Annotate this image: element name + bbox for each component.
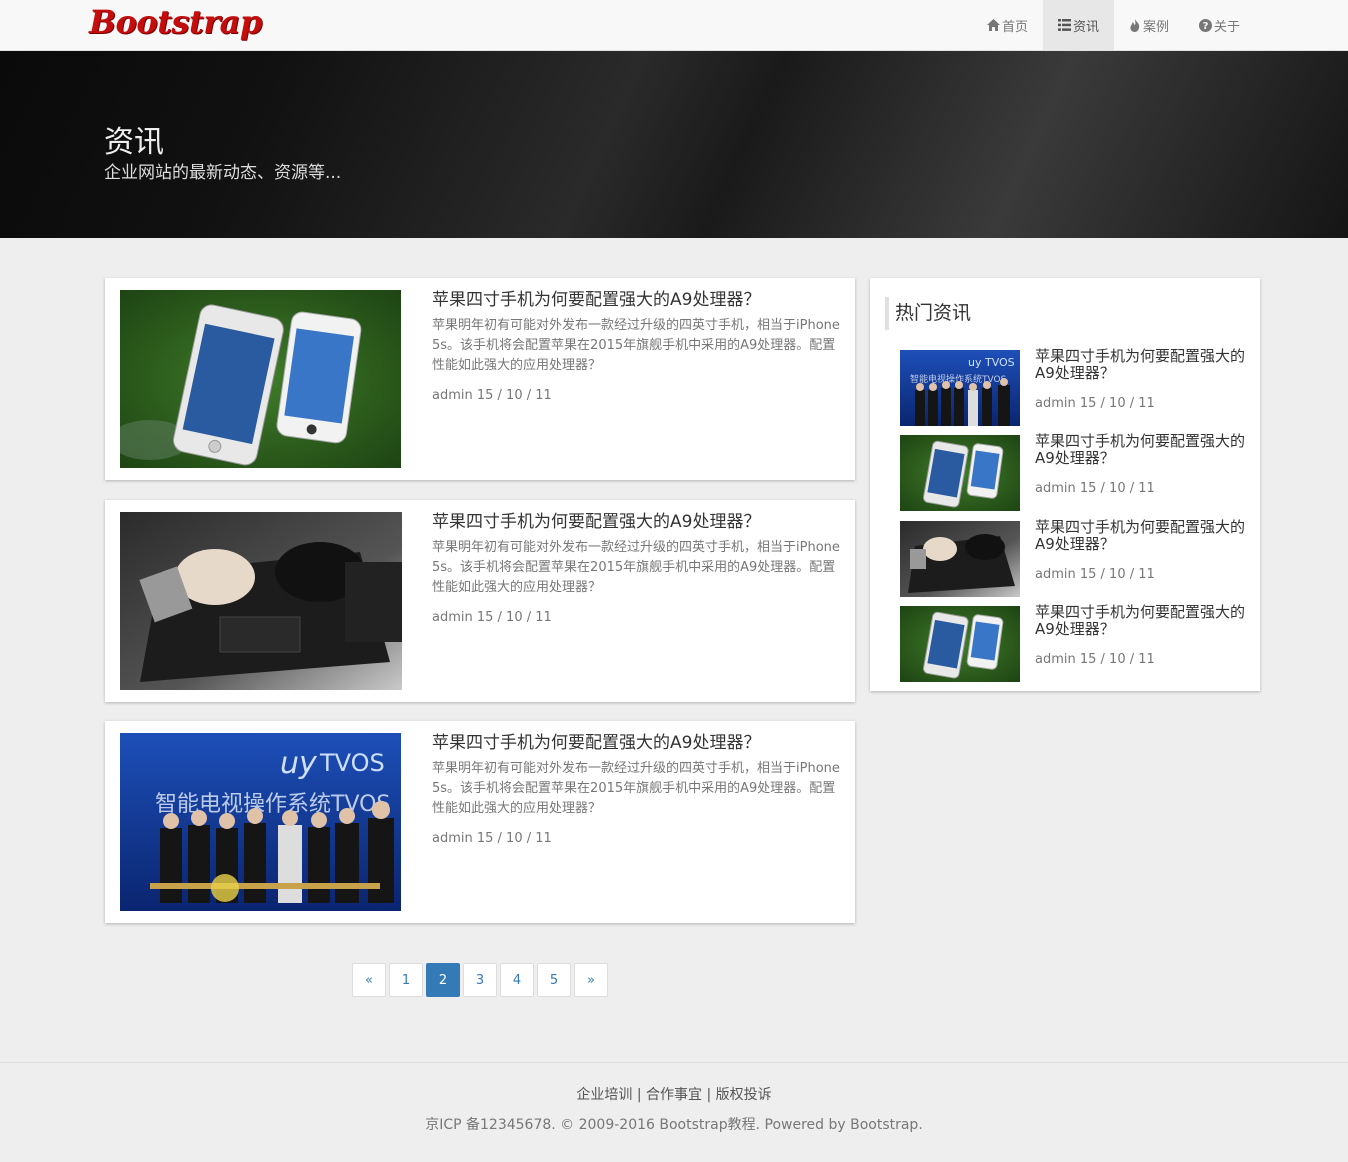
hot-news-meta: admin 15 / 10 / 11 — [1035, 567, 1155, 582]
pagination-next[interactable]: » — [574, 963, 608, 997]
article-title[interactable]: 苹果四寸手机为何要配置强大的A9处理器？ — [432, 507, 760, 532]
footer-link-copyright-complaint[interactable]: 版权投诉 — [716, 1087, 772, 1103]
navbar: Bootstrap 首页 资讯 案例 ? 关于 — [0, 0, 1348, 51]
list-icon — [1058, 19, 1072, 31]
nav-label-about: 关于 — [1214, 19, 1241, 35]
hot-news-meta: admin 15 / 10 / 11 — [1035, 396, 1155, 411]
article-summary: 苹果明年初有可能对外发布一款经过升级的四英寸手机，相当于iPhone 5s。该手… — [432, 540, 840, 595]
pagination: « 1 2 3 4 5 » — [352, 963, 611, 997]
hot-news-title[interactable]: 苹果四寸手机为何要配置强大的A9处理器？ — [1035, 604, 1250, 638]
nav-item-home[interactable]: 首页 — [972, 0, 1043, 50]
article-thumbnail[interactable] — [120, 290, 401, 468]
pagination-page-2[interactable]: 2 — [426, 963, 460, 997]
hot-news-thumbnail[interactable] — [900, 435, 1020, 511]
hot-news-thumbnail[interactable]: uy TVOS 智能电视操作系统TVOS — [900, 350, 1020, 426]
hot-news-item[interactable]: 苹果四寸手机为何要配置强大的A9处理器？ admin 15 / 10 / 11 — [900, 519, 1245, 597]
article-meta: admin 15 / 10 / 11 — [432, 831, 552, 846]
hot-news-thumbnail[interactable] — [900, 606, 1020, 682]
main-nav: 首页 资讯 案例 ? 关于 — [972, 0, 1255, 50]
banner-title: 资讯 — [104, 125, 164, 160]
pagination-page-1[interactable]: 1 — [389, 963, 423, 997]
article-thumbnail[interactable]: uy TVOS 智能电视操作系统TVOS — [120, 733, 401, 911]
article-card: uy TVOS 智能电视操作系统TVOS 苹果四寸手机为何要配置强大的A9处理器… — [105, 721, 855, 923]
article-title[interactable]: 苹果四寸手机为何要配置强大的A9处理器？ — [432, 285, 760, 310]
article-title[interactable]: 苹果四寸手机为何要配置强大的A9处理器？ — [432, 728, 760, 753]
pagination-prev[interactable]: « — [352, 963, 386, 997]
pagination-page-4[interactable]: 4 — [500, 963, 534, 997]
fire-icon — [1130, 18, 1140, 32]
article-card: 苹果四寸手机为何要配置强大的A9处理器？ 苹果明年初有可能对外发布一款经过升级的… — [105, 278, 855, 480]
brand-logo[interactable]: Bootstrap — [89, 3, 262, 41]
question-circle-icon: ? — [1199, 18, 1213, 32]
home-icon — [987, 19, 1000, 31]
svg-text:uy: uy — [280, 746, 318, 781]
nav-item-cases[interactable]: 案例 — [1114, 0, 1184, 50]
svg-text:uy TVOS: uy TVOS — [968, 356, 1015, 369]
svg-text:TVOS: TVOS — [319, 749, 385, 777]
banner-subtitle: 企业网站的最新动态、资源等... — [104, 163, 342, 183]
footer: 企业培训 | 合作事宜 | 版权投诉 京ICP 备12345678. © 200… — [0, 1062, 1348, 1162]
article-meta: admin 15 / 10 / 11 — [432, 610, 552, 625]
footer-link-cooperation[interactable]: 合作事宜 — [646, 1087, 702, 1103]
hot-news-item[interactable]: uy TVOS 智能电视操作系统TVOS 苹果四寸手机为何要配置强大的A9处理器… — [900, 348, 1245, 426]
article-meta: admin 15 / 10 / 11 — [432, 388, 552, 403]
hot-news-item[interactable]: 苹果四寸手机为何要配置强大的A9处理器？ admin 15 / 10 / 11 — [900, 433, 1245, 511]
nav-label-cases: 案例 — [1143, 19, 1170, 35]
footer-links: 企业培训 | 合作事宜 | 版权投诉 — [0, 1084, 1348, 1104]
article-summary: 苹果明年初有可能对外发布一款经过升级的四英寸手机，相当于iPhone 5s。该手… — [432, 761, 840, 816]
article-thumbnail[interactable] — [120, 512, 402, 690]
hot-news-panel: 热门资讯 uy TVOS 智能电视操作系统TVOS 苹果四寸手机为何要配置强大的… — [870, 278, 1260, 691]
pagination-page-3[interactable]: 3 — [463, 963, 497, 997]
footer-separator: | — [636, 1087, 642, 1103]
page-banner: 资讯 企业网站的最新动态、资源等... — [0, 51, 1348, 238]
hot-news-heading: 热门资讯 — [885, 297, 971, 330]
footer-separator: | — [706, 1087, 712, 1103]
pagination-page-5[interactable]: 5 — [537, 963, 571, 997]
footer-copyright: 京ICP 备12345678. © 2009-2016 Bootstrap教程.… — [425, 1117, 923, 1133]
hot-news-meta: admin 15 / 10 / 11 — [1035, 652, 1155, 667]
hot-news-thumbnail[interactable] — [900, 521, 1020, 597]
nav-item-about[interactable]: ? 关于 — [1184, 0, 1255, 50]
svg-text:智能电视操作系统TVOS: 智能电视操作系统TVOS — [155, 792, 390, 817]
hot-news-meta: admin 15 / 10 / 11 — [1035, 481, 1155, 496]
article-summary: 苹果明年初有可能对外发布一款经过升级的四英寸手机，相当于iPhone 5s。该手… — [432, 318, 840, 373]
hot-news-title[interactable]: 苹果四寸手机为何要配置强大的A9处理器？ — [1035, 519, 1250, 553]
nav-label-news: 资讯 — [1073, 19, 1100, 35]
hot-news-title[interactable]: 苹果四寸手机为何要配置强大的A9处理器？ — [1035, 433, 1250, 467]
nav-label-home: 首页 — [1002, 19, 1029, 35]
footer-link-training[interactable]: 企业培训 — [576, 1087, 632, 1103]
hot-news-title[interactable]: 苹果四寸手机为何要配置强大的A9处理器？ — [1035, 348, 1250, 382]
hot-news-item[interactable]: 苹果四寸手机为何要配置强大的A9处理器？ admin 15 / 10 / 11 — [900, 604, 1245, 682]
article-card: 苹果四寸手机为何要配置强大的A9处理器？ 苹果明年初有可能对外发布一款经过升级的… — [105, 500, 855, 702]
nav-item-news[interactable]: 资讯 — [1043, 0, 1115, 50]
svg-text:?: ? — [1203, 21, 1209, 32]
